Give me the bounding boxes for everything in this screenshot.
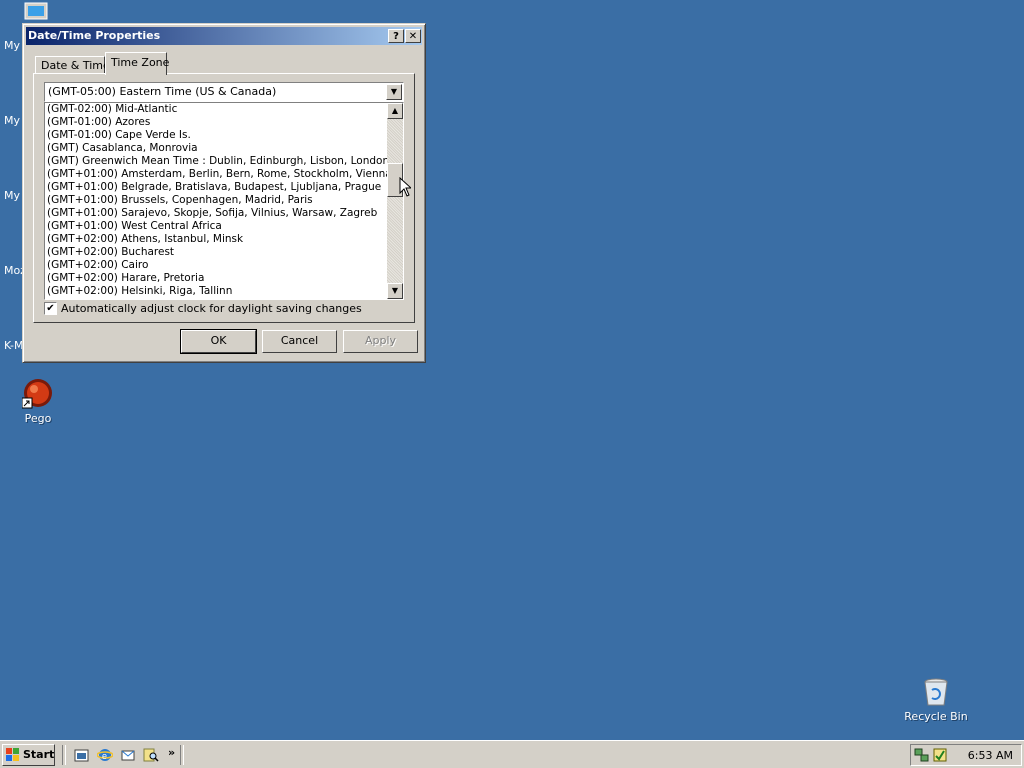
close-button[interactable]: ✕ [405,29,421,43]
show-desktop-icon[interactable] [74,747,90,763]
start-label: Start [23,748,55,761]
timezone-combo[interactable]: (GMT-05:00) Eastern Time (US & Canada) ▼ [44,82,404,102]
checkmark-icon: ✔ [46,303,55,314]
close-icon: ✕ [408,31,418,42]
date-time-properties-dialog: Date/Time Properties ? ✕ Date & Time Tim… [22,23,426,363]
network-icon[interactable] [914,747,930,766]
help-button[interactable]: ? [388,29,404,43]
apply-label: Apply [364,334,397,347]
list-item[interactable]: (GMT+02:00) Bucharest [45,246,387,259]
scroll-up-button[interactable]: ▲ [387,103,403,119]
combo-dropdown-button[interactable]: ▼ [386,84,402,100]
tab-date-time[interactable]: Date & Time [35,56,110,74]
list-item[interactable]: (GMT+01:00) Brussels, Copenhagen, Madrid… [45,194,387,207]
list-item[interactable]: (GMT+01:00) Sarajevo, Skopje, Sofija, Vi… [45,207,387,220]
taskbar-clock[interactable]: 6:53 AM [968,749,1013,762]
chevron-down-icon: ▼ [390,87,398,96]
timezone-list: (GMT-02:00) Mid-Atlantic (GMT-01:00) Azo… [45,103,392,298]
list-item[interactable]: (GMT-01:00) Cape Verde Is. [45,129,387,142]
outlook-express-icon[interactable] [120,747,136,763]
vertical-scrollbar[interactable]: ▲ ▼ [387,103,403,299]
tab-date-time-label: Date & Time [41,59,110,72]
monitor-icon [24,2,50,22]
pego-icon [21,378,54,410]
desktop-icon-pego[interactable]: Pego [0,378,76,425]
cancel-label: Cancel [280,334,319,347]
quicklaunch-separator [180,745,184,765]
ok-label: OK [210,334,227,347]
taskbar: Start e » 6:53 AM [0,740,1024,768]
chevron-up-icon: ▲ [391,106,399,115]
task-scheduler-icon[interactable] [932,747,948,766]
help-icon: ? [393,31,399,42]
list-item[interactable]: (GMT+01:00) Belgrade, Bratislava, Budape… [45,181,387,194]
recycle-bin-label: Recycle Bin [904,710,968,723]
scroll-down-button[interactable]: ▼ [387,283,403,299]
timezone-listbox[interactable]: (GMT-02:00) Mid-Atlantic (GMT-01:00) Azo… [44,102,404,300]
ok-button[interactable]: OK [180,329,257,354]
dialog-titlebar[interactable]: Date/Time Properties ? ✕ [26,27,422,45]
list-item[interactable]: (GMT+02:00) Athens, Istanbul, Minsk [45,233,387,246]
windows-logo-icon [6,748,20,762]
svg-text:e: e [102,751,107,761]
list-item[interactable]: (GMT+02:00) Cairo [45,259,387,272]
list-item[interactable]: (GMT) Greenwich Mean Time : Dublin, Edin… [45,155,389,168]
system-tray: 6:53 AM [910,744,1022,766]
dst-checkbox-label: Automatically adjust clock for daylight … [61,302,362,315]
chevron-down-icon: ▼ [391,286,399,295]
tab-time-zone-label: Time Zone [111,56,170,69]
list-item[interactable]: (GMT+01:00) West Central Africa [45,220,387,233]
list-item[interactable]: (GMT-01:00) Azores [45,116,387,129]
cancel-button[interactable]: Cancel [262,330,337,353]
list-item[interactable]: (GMT+02:00) Helsinki, Riga, Tallinn [45,285,387,298]
internet-explorer-icon[interactable]: e [96,747,114,763]
desktop-icon-my-computer[interactable] [0,2,76,22]
start-button[interactable]: Start [2,744,55,766]
quicklaunch-more-button[interactable]: » [168,746,175,759]
pego-label: Pego [24,412,52,425]
mouse-cursor-icon [399,176,413,200]
quicklaunch-separator [62,745,66,765]
list-item[interactable]: (GMT+01:00) Amsterdam, Berlin, Bern, Rom… [45,168,392,181]
list-item[interactable]: (GMT+02:00) Harare, Pretoria [45,272,387,285]
list-item[interactable]: (GMT-02:00) Mid-Atlantic [45,103,387,116]
desktop-icon-recycle-bin[interactable]: Recycle Bin [898,676,974,723]
dst-checkbox[interactable]: ✔ [44,302,57,315]
apply-button[interactable]: Apply [343,330,418,353]
tab-time-zone[interactable]: Time Zone [105,52,170,75]
list-item[interactable]: (GMT) Casablanca, Monrovia [45,142,387,155]
time-zone-panel: (GMT-05:00) Eastern Time (US & Canada) ▼… [33,73,415,323]
recycle-bin-icon [920,676,952,708]
search-icon[interactable] [143,747,159,763]
dialog-title: Date/Time Properties [28,29,161,42]
timezone-selected: (GMT-05:00) Eastern Time (US & Canada) [48,85,277,98]
